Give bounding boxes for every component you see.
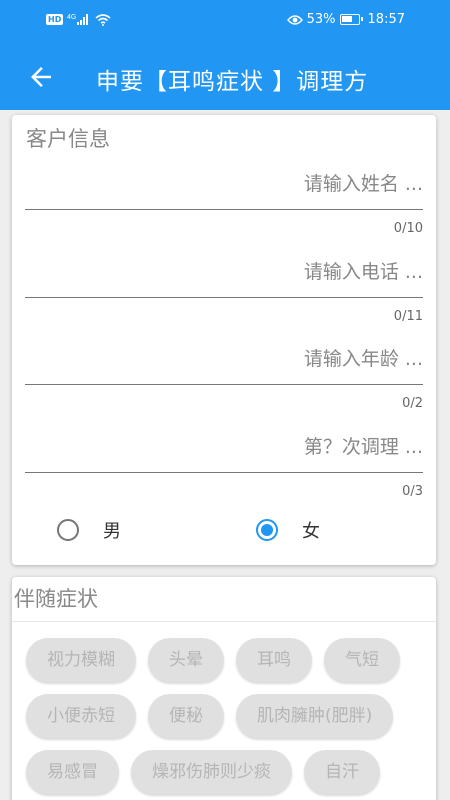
phone-input[interactable]: 请输入电话 ... <box>304 257 423 284</box>
symptom-chip[interactable]: 燥邪伤肺则少痰 <box>131 750 292 794</box>
symptom-chip[interactable]: 自汗 <box>304 750 380 794</box>
gender-label-male: 男 <box>103 521 121 542</box>
session-input[interactable]: 第？次调理 ... <box>304 432 423 459</box>
session-field[interactable]: 第？次调理 ... 0/3 <box>25 378 423 499</box>
symptoms-divider <box>12 621 436 622</box>
clock: 18:57 <box>367 12 405 27</box>
symptom-chip[interactable]: 头晕 <box>148 638 224 682</box>
symptom-chips: 视力模糊 头晕 耳鸣 气短小便赤短 便秘 肌肉臃肿(肥胖) 易感冒 燥邪伤肺则少痰 自汗 <box>26 638 431 794</box>
symptom-chip[interactable]: 肌肉臃肿(肥胖) <box>236 694 394 738</box>
gender-radio-group: 男 女 <box>12 517 436 557</box>
customer-info-card: 客户信息 请输入姓名 ... 0/10 请输入电话 ... 0/11 请输入年龄… <box>12 115 436 565</box>
symptom-chip[interactable]: 便秘 <box>148 694 224 738</box>
session-counter: 0/3 <box>402 484 423 499</box>
symptom-chip[interactable]: 气短 <box>324 638 400 682</box>
symptom-chip[interactable]: 耳鸣 <box>236 638 312 682</box>
status-right: 53% 18:57 <box>286 12 405 27</box>
svg-text:4G: 4G <box>67 14 76 21</box>
gender-option-female[interactable]: 女 <box>256 517 320 543</box>
name-input[interactable]: 请输入姓名 ... <box>304 169 423 196</box>
wifi-icon <box>95 13 111 26</box>
symptoms-title: 伴随症状 <box>14 587 98 611</box>
arrow-back-icon[interactable] <box>26 62 56 92</box>
symptom-chip[interactable]: 小便赤短 <box>26 694 136 738</box>
radio-female-icon[interactable] <box>256 519 278 541</box>
age-field[interactable]: 请输入年龄 ... 0/2 <box>25 290 423 411</box>
status-bar: HD 4G 53% 18:57 <box>0 0 450 42</box>
battery-percent: 53% <box>306 12 336 27</box>
phone-field[interactable]: 请输入电话 ... 0/11 <box>25 203 423 324</box>
symptom-chip[interactable]: 易感冒 <box>26 750 119 794</box>
name-field[interactable]: 请输入姓名 ... 0/10 <box>25 115 423 236</box>
status-left: HD 4G <box>46 12 111 26</box>
radio-male-icon[interactable] <box>57 519 79 541</box>
hd-badge: HD <box>46 13 64 25</box>
session-underline <box>25 472 423 473</box>
symptom-chip[interactable]: 视力模糊 <box>26 638 136 682</box>
app-bar: 申要【耳鸣症状 】调理方 <box>0 42 450 110</box>
gender-label-female: 女 <box>302 521 320 542</box>
symptoms-card: 伴随症状 视力模糊 头晕 耳鸣 气短小便赤短 便秘 肌肉臃肿(肥胖) 易感冒 燥邪伤肺则少痰自… <box>12 577 436 800</box>
page-title: 申要【耳鸣症状 】调理方 <box>96 69 369 95</box>
battery-icon <box>339 14 363 25</box>
gender-option-male[interactable]: 男 <box>57 517 121 543</box>
eye-icon <box>286 14 303 25</box>
signal-icon: 4G <box>67 14 89 25</box>
age-input[interactable]: 请输入年龄 ... <box>304 344 423 371</box>
